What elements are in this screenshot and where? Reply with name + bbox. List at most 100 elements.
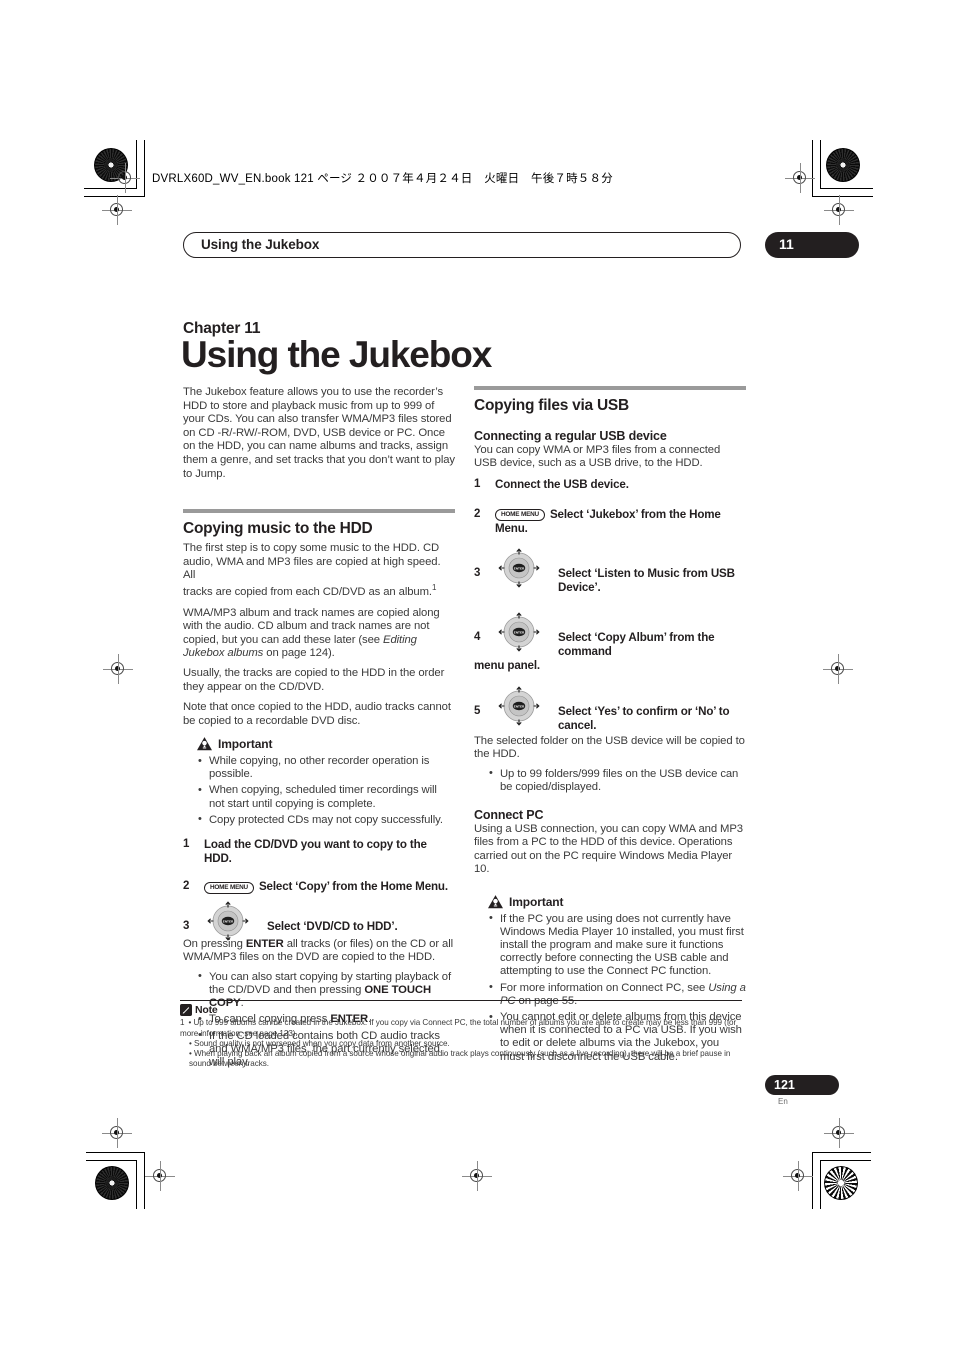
step-text: Connect the USB device. bbox=[495, 477, 629, 491]
step-text: Select ‘Yes’ to confirm or ‘No’ to cance… bbox=[558, 704, 730, 732]
connecting-usb-body: You can copy WMA or MP3 files from a con… bbox=[474, 444, 721, 470]
copying-music-intro-line1: The first step is to copy some music to … bbox=[183, 542, 441, 581]
step-right-5: 5 ENTER Select ‘Yes’ to confirm or ‘No’ … bbox=[474, 686, 746, 733]
navigation-wheel-icon: ENTER bbox=[207, 901, 249, 941]
wma-track-names-post: on page 124). bbox=[263, 647, 335, 659]
page-language-code: En bbox=[778, 1097, 788, 1106]
connect-pc-body: Using a USB connection, you can copy WMA… bbox=[474, 823, 743, 876]
registration-mark-mid-top-left bbox=[102, 195, 132, 225]
registration-mark-mid-top-right bbox=[824, 195, 854, 225]
no-dvd-copy-paragraph: Note that once copied to the HDD, audio … bbox=[183, 701, 451, 727]
registration-mark-bottom-center bbox=[462, 1161, 492, 1191]
registration-mark-bottom-right bbox=[783, 1161, 813, 1191]
important-label-right: Important bbox=[509, 894, 564, 909]
important-callout-header-left: Important bbox=[197, 737, 455, 751]
bullet-pre: For more information on Connect PC, see bbox=[500, 981, 709, 994]
navigation-wheel-icon: ENTER bbox=[498, 548, 540, 588]
step-left-2: 2 HOME MENU Select ‘Copy’ from the Home M… bbox=[183, 880, 455, 896]
subheading-connecting-usb: Connecting a regular USB device bbox=[474, 429, 667, 443]
footnote-item: • When playing back an album copied from… bbox=[189, 1049, 731, 1069]
svg-text:ENTER: ENTER bbox=[514, 704, 525, 708]
page-title: Using the Jukebox bbox=[181, 334, 492, 375]
note-callout-header: Note bbox=[180, 1004, 742, 1017]
important-label-left: Important bbox=[218, 737, 273, 752]
step-left-3: 3 ENTER Select ‘DVD/CD to HDD’. bbox=[183, 901, 455, 941]
step-right-5-bullets: Up to 99 folders/999 files on the USB de… bbox=[474, 767, 746, 794]
svg-text:ENTER: ENTER bbox=[514, 566, 525, 570]
page-number-pill: 121 bbox=[765, 1075, 839, 1095]
list-item: Copy protected CDs may not copy successf… bbox=[197, 813, 455, 827]
note-label: Note bbox=[195, 1004, 218, 1017]
footnote-divider bbox=[180, 1000, 742, 1002]
section-heading-copying-usb: Copying files via USB bbox=[474, 397, 629, 414]
step-number: 4 bbox=[474, 630, 481, 643]
running-head-bar: Using the Jukebox bbox=[183, 232, 741, 258]
copying-music-intro: The first step is to copy some music to … bbox=[183, 542, 455, 582]
list-item: While copying, no other recorder operati… bbox=[197, 755, 455, 781]
step-left-1: 1 Load the CD/DVD you want to copy to th… bbox=[183, 838, 455, 866]
step-right-2: 2 HOME MENU Select ‘Jukebox’ from the Hom… bbox=[474, 508, 746, 536]
home-menu-button-icon[interactable]: HOME MENU bbox=[495, 509, 545, 522]
footnote-item: 1 • Up to 999 albums can be created in t… bbox=[180, 1018, 737, 1038]
wma-track-names-paragraph: WMA/MP3 album and track names are copied… bbox=[183, 607, 455, 661]
registration-mark-top-left bbox=[110, 163, 140, 193]
step-text: Select ‘DVD/CD to HDD’. bbox=[267, 920, 398, 934]
step-number: 1 bbox=[183, 838, 190, 851]
subheading-connect-pc: Connect PC bbox=[474, 808, 544, 823]
section-rule bbox=[183, 509, 455, 514]
step-number: 5 bbox=[474, 704, 481, 717]
list-item: When copying, scheduled timer recordings… bbox=[197, 784, 455, 810]
warning-triangle-icon bbox=[197, 737, 212, 751]
step-text: HOME MENU Select ‘Copy’ from the Home Men… bbox=[204, 880, 455, 894]
step-text: Select ‘Listen to Music from USB Device’… bbox=[558, 566, 735, 594]
navigation-wheel-icon: ENTER bbox=[498, 612, 540, 652]
step-text: Load the CD/DVD you want to copy to the … bbox=[204, 838, 427, 866]
chapter-number-tab: 11 bbox=[765, 232, 859, 258]
running-head-title: Using the Jukebox bbox=[201, 237, 320, 252]
section-rule bbox=[474, 386, 746, 390]
page-number: 121 bbox=[774, 1078, 795, 1092]
step-number: 1 bbox=[474, 477, 481, 490]
step-left-3-body: On pressing ENTER all tracks (or files) … bbox=[183, 938, 455, 965]
step-text: Select ‘Copy Album’ from the command bbox=[558, 630, 715, 658]
step-number: 2 bbox=[474, 507, 481, 520]
right-column: Copying files via USB Connecting a regul… bbox=[474, 386, 746, 1071]
step-text: HOME MENU Select ‘Jukebox’ from the Home … bbox=[495, 508, 746, 536]
step-right-1: 1 Connect the USB device. bbox=[474, 478, 746, 494]
important-callout-header-right: Important bbox=[488, 895, 746, 909]
footnote-text: Up to 999 albums can be created in the J… bbox=[180, 1018, 737, 1038]
track-order-paragraph: Usually, the tracks are copied to the HD… bbox=[183, 667, 445, 693]
svg-text:ENTER: ENTER bbox=[223, 920, 234, 924]
copying-music-intro-2: tracks are copied from each CD/DVD as an… bbox=[183, 584, 455, 599]
registration-mark-top-right bbox=[785, 163, 815, 193]
step-right-3: 3 ENTER Select ‘Listen to Music from USB… bbox=[474, 548, 746, 595]
step-text-continued: menu panel. bbox=[474, 658, 540, 672]
footnote-items: 1 • Up to 999 albums can be created in t… bbox=[180, 1018, 742, 1069]
registration-mark-mid-bottom-left bbox=[102, 1118, 132, 1148]
footnote-number: 1 bbox=[180, 1018, 185, 1028]
footnote-block: Note 1 • Up to 999 albums can be created… bbox=[180, 1000, 742, 1069]
registration-mark-mid-bottom-right bbox=[824, 1118, 854, 1148]
bullet-pre: If the PC you are using does not current… bbox=[500, 912, 744, 978]
navigation-wheel-icon: ENTER bbox=[498, 686, 540, 726]
step-number: 2 bbox=[183, 880, 190, 893]
note-icon bbox=[180, 1004, 192, 1017]
step-number: 3 bbox=[474, 566, 481, 579]
registration-mark-bottom-left bbox=[145, 1161, 175, 1191]
list-item: If the PC you are using does not current… bbox=[488, 912, 746, 979]
footnote-text: Sound quality is not worsened when you c… bbox=[193, 1038, 450, 1048]
book-file-line: DVRLX60D_WV_EN.book 121 ページ ２００７年４月２４日 火… bbox=[152, 173, 613, 185]
step-right-4: 4 ENTER Select ‘Copy Album’ from the com… bbox=[474, 612, 746, 673]
footnote-item: • Sound quality is not worsened when you… bbox=[189, 1038, 450, 1048]
important-bullets-left: While copying, no other recorder operati… bbox=[183, 755, 455, 827]
step-text-label: Select ‘Copy’ from the Home Menu. bbox=[258, 880, 448, 894]
registration-mark-mid-left bbox=[103, 654, 133, 684]
chapter-number-label: 11 bbox=[779, 236, 794, 252]
print-mark-top-right-corner-rule-2 bbox=[820, 140, 873, 189]
print-mark-bottom-left-target bbox=[95, 1166, 129, 1200]
footnote-text: When playing back an album copied from a… bbox=[189, 1049, 731, 1069]
home-menu-button-icon[interactable]: HOME MENU bbox=[204, 881, 254, 894]
svg-text:ENTER: ENTER bbox=[514, 630, 525, 634]
chapter-intro-paragraph: The Jukebox feature allows you to use th… bbox=[183, 386, 455, 480]
section-heading-copying-music: Copying music to the HDD bbox=[183, 520, 373, 538]
